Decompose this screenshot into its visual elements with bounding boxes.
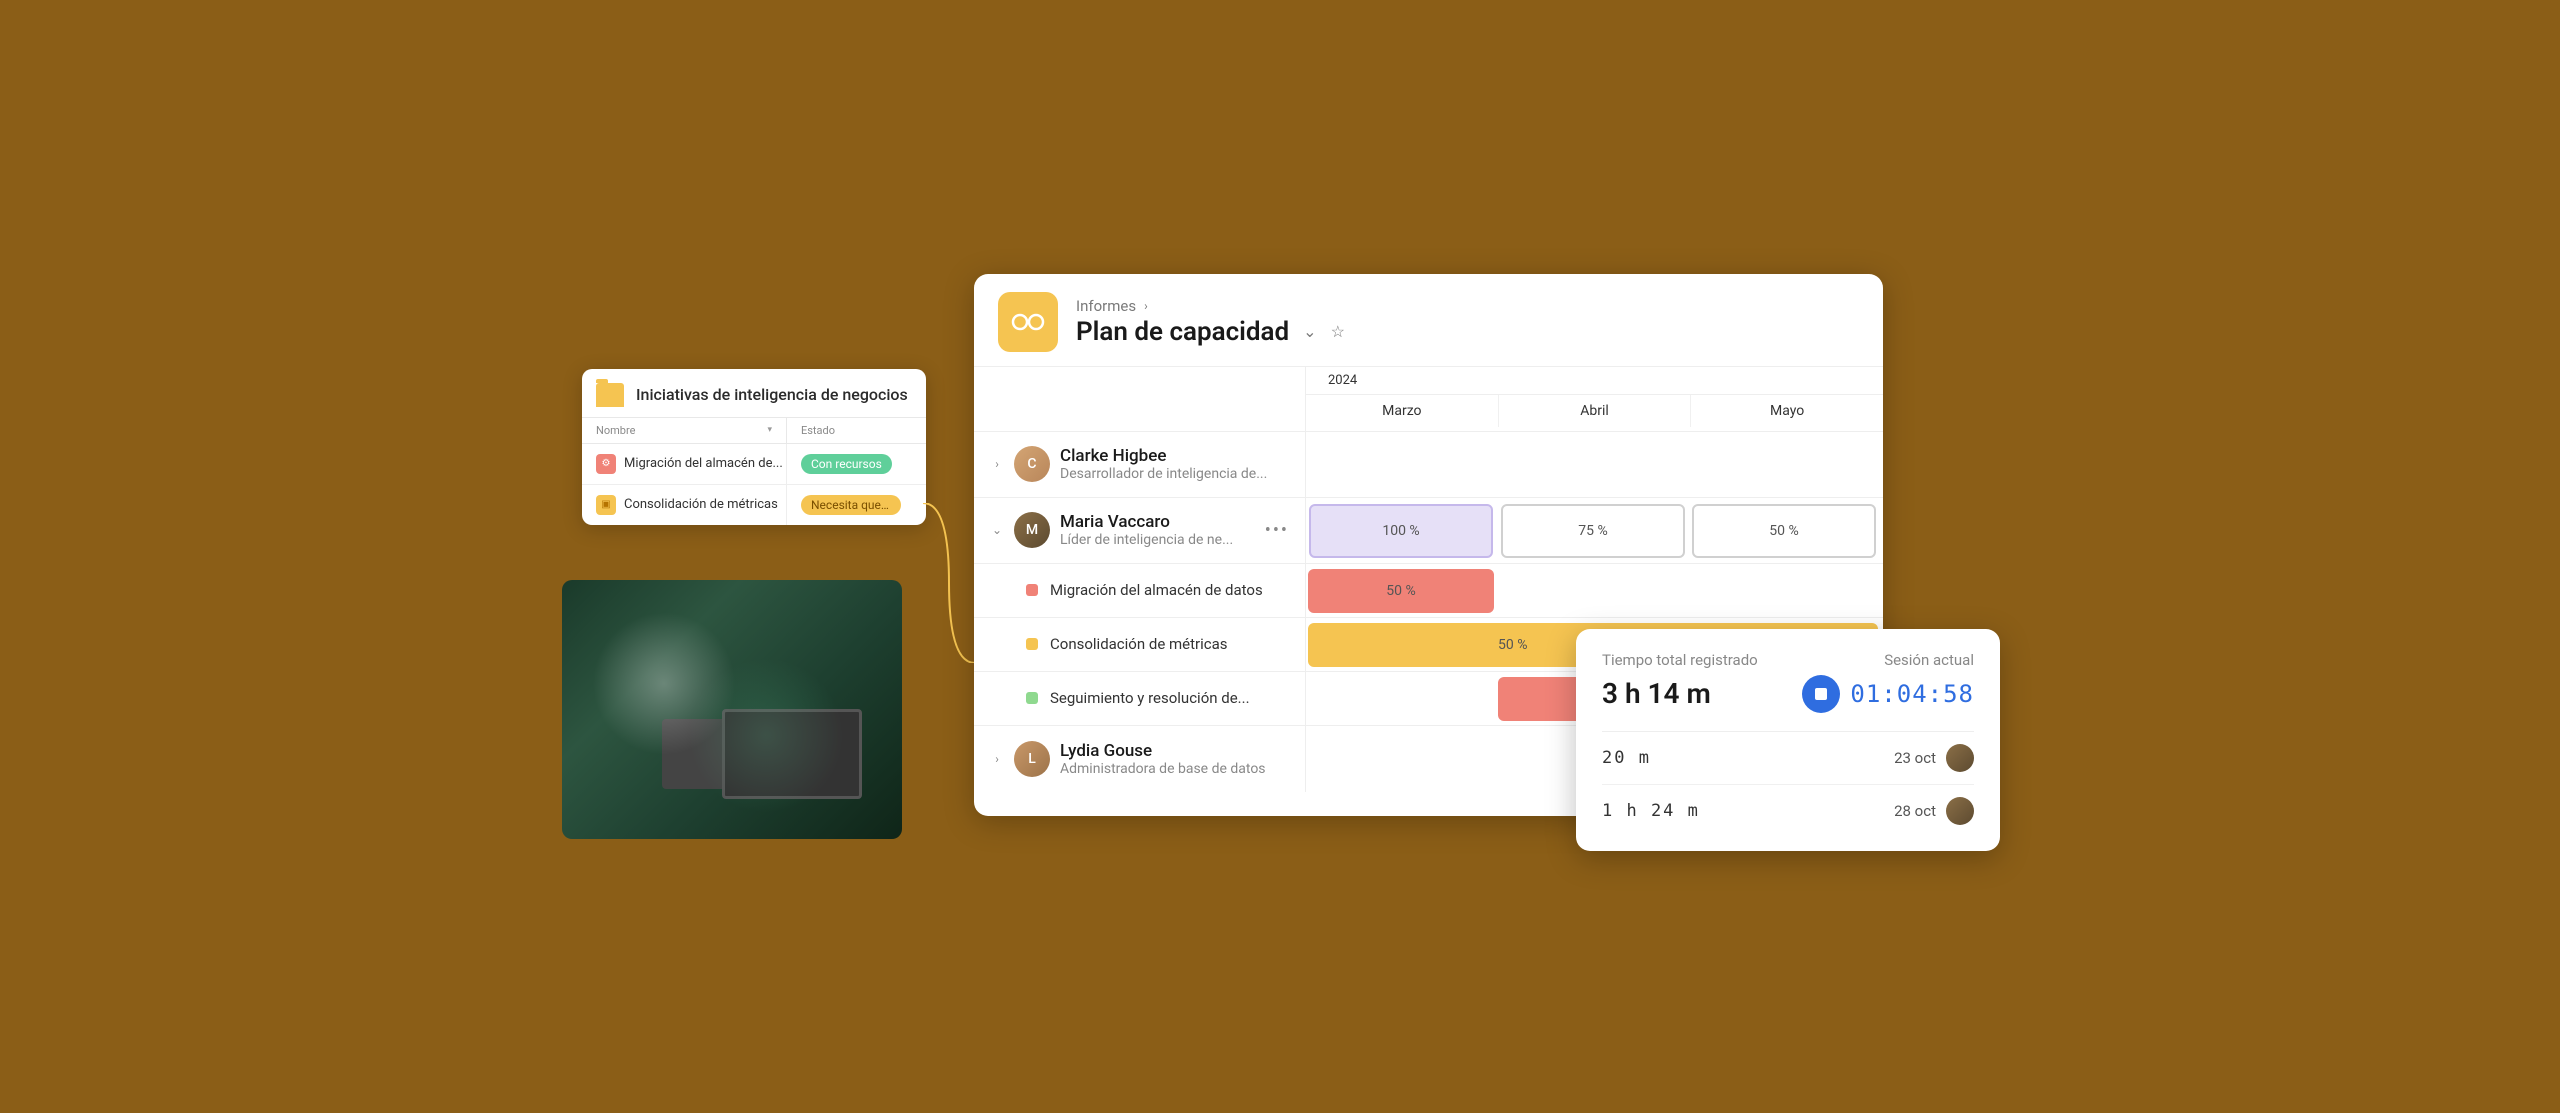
row-name: Migración del almacén de... <box>624 456 783 471</box>
avatar <box>1946 797 1974 825</box>
capacity-bar[interactable]: 75 % <box>1501 504 1685 558</box>
task-color-dot <box>1026 584 1038 596</box>
status-badge: Necesita que se... <box>801 495 901 515</box>
avatar: L <box>1014 741 1050 777</box>
task-row[interactable]: Migración del almacén de datos 50 % <box>974 564 1883 618</box>
month-header: Marzo <box>1306 395 1499 427</box>
status-badge: Con recursos <box>801 454 892 474</box>
chevron-right-icon[interactable]: › <box>990 457 1004 471</box>
time-log-row[interactable]: 1 h 24 m 28 oct <box>1602 785 1974 837</box>
more-icon[interactable]: ••• <box>1265 520 1289 541</box>
project-icon: ▣ <box>596 495 616 515</box>
table-row[interactable]: ⚙ Migración del almacén de... Con recurs… <box>582 444 926 485</box>
time-tracking-card: Tiempo total registrado Sesión actual 3 … <box>1576 629 2000 851</box>
total-time-label: Tiempo total registrado <box>1602 651 1758 669</box>
log-duration: 20 m <box>1602 748 1651 768</box>
chevron-down-icon: ▾ <box>767 425 772 435</box>
title-dropdown-icon[interactable]: ⌄ <box>1303 322 1316 341</box>
log-duration: 1 h 24 m <box>1602 801 1700 821</box>
person-role: Administradora de base de datos <box>1060 761 1289 777</box>
task-color-dot <box>1026 692 1038 704</box>
session-time-value: 01:04:58 <box>1850 680 1974 708</box>
connector-line <box>923 503 975 663</box>
report-folder-icon <box>998 292 1058 352</box>
log-date: 23 oct <box>1894 749 1936 767</box>
task-name: Seguimiento y resolución de... <box>1050 689 1250 707</box>
column-header-state[interactable]: Estado <box>787 418 926 443</box>
chevron-down-icon[interactable]: ⌄ <box>990 523 1004 537</box>
person-row[interactable]: ⌄ M Maria Vaccaro Líder de inteligencia … <box>974 498 1883 564</box>
time-log-row[interactable]: 20 m 23 oct <box>1602 732 1974 785</box>
folder-title: Iniciativas de inteligencia de negocios <box>636 385 908 404</box>
session-label: Sesión actual <box>1884 651 1974 669</box>
month-header: Mayo <box>1691 395 1883 427</box>
person-row[interactable]: › C Clarke Higbee Desarrollador de intel… <box>974 432 1883 498</box>
folder-icon <box>596 383 624 407</box>
allocation-bar[interactable]: 50 % <box>1308 569 1494 613</box>
total-time-value: 3 h 14 m <box>1602 677 1711 710</box>
person-role: Desarrollador de inteligencia de... <box>1060 466 1289 482</box>
task-name: Consolidación de métricas <box>1050 635 1228 653</box>
person-name: Clarke Higbee <box>1060 446 1289 466</box>
timeline-year: 2024 <box>1306 367 1883 394</box>
table-row[interactable]: ▣ Consolidación de métricas Necesita que… <box>582 485 926 525</box>
column-header-name[interactable]: Nombre ▾ <box>582 418 787 443</box>
folder-initiatives-card: Iniciativas de inteligencia de negocios … <box>582 369 926 525</box>
capacity-bar[interactable]: 50 % <box>1692 504 1876 558</box>
avatar <box>1946 744 1974 772</box>
person-name: Lydia Gouse <box>1060 741 1289 761</box>
project-icon: ⚙ <box>596 454 616 474</box>
person-name: Maria Vaccaro <box>1060 512 1255 532</box>
stop-timer-button[interactable] <box>1802 675 1840 713</box>
avatar: C <box>1014 446 1050 482</box>
row-name: Consolidación de métricas <box>624 497 778 512</box>
log-date: 28 oct <box>1894 802 1936 820</box>
capacity-bar[interactable]: 100 % <box>1309 504 1493 558</box>
star-icon[interactable]: ☆ <box>1331 322 1345 341</box>
month-header: Abril <box>1499 395 1692 427</box>
chevron-right-icon[interactable]: › <box>990 752 1004 766</box>
person-role: Líder de inteligencia de ne... <box>1060 532 1255 548</box>
task-name: Migración del almacén de datos <box>1050 581 1263 599</box>
task-color-dot <box>1026 638 1038 650</box>
chevron-right-icon: › <box>1144 299 1148 313</box>
page-title: Plan de capacidad <box>1076 317 1289 347</box>
decorative-photo <box>562 580 902 839</box>
breadcrumb[interactable]: Informes › <box>1076 297 1345 315</box>
avatar: M <box>1014 512 1050 548</box>
